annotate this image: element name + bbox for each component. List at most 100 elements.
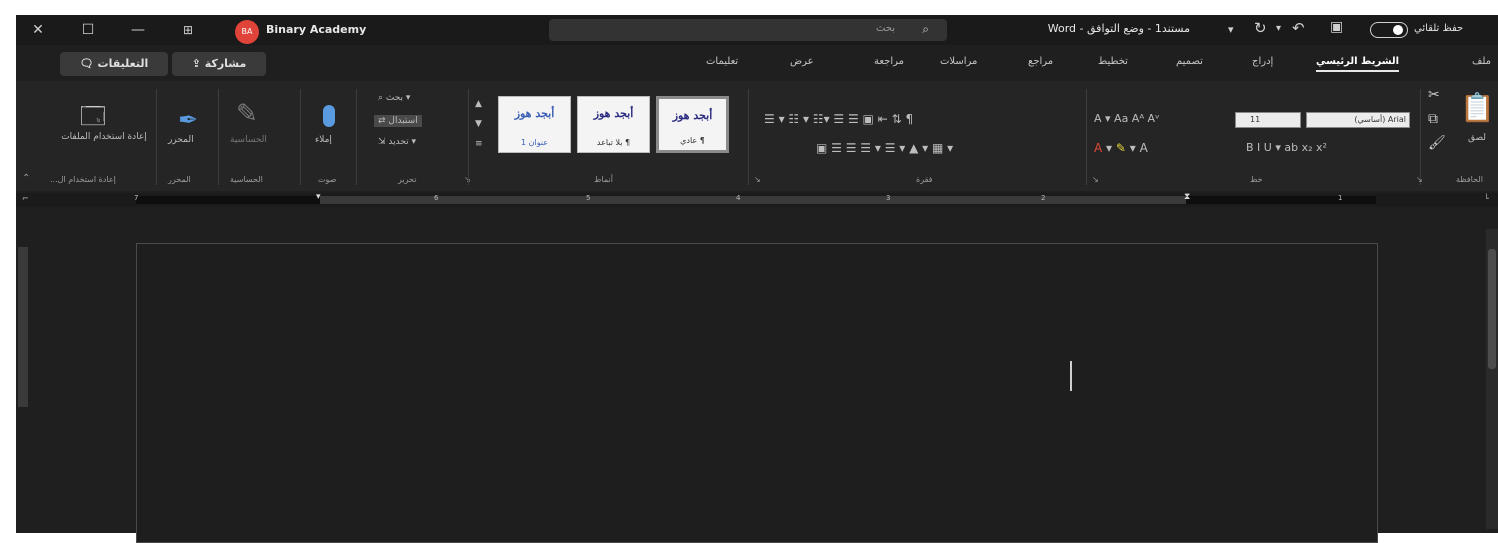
sensitivity-label[interactable]: الحساسية [230,135,267,145]
search-box[interactable]: بحث ⌕ [549,19,947,41]
scrollbar-thumb[interactable] [1488,249,1496,369]
styles-dialog-icon[interactable]: ↘ [754,175,761,184]
ruler-margin-right [1186,196,1376,204]
ruler-number: 7 [134,194,139,202]
document-page[interactable] [136,243,1378,543]
separator [300,89,301,185]
maximize-icon[interactable]: ☐ [78,20,98,40]
separator [1086,89,1087,185]
separator [748,89,749,185]
comments-button[interactable]: التعليقات 🗨 [60,52,168,76]
replace-button[interactable]: استبدال ⇄ [374,115,422,127]
select-label: تحديد [388,137,409,147]
paste-label[interactable]: لصق [1468,133,1486,143]
ruler-number: 4 [736,194,741,202]
separator [218,89,219,185]
format-painter-icon[interactable]: 🖌 [1428,135,1446,151]
vertical-scrollbar[interactable] [1486,229,1498,529]
undo-dropdown-icon[interactable]: ▾ [1276,23,1281,34]
user-name[interactable]: Binary Academy [266,23,366,36]
font-dialog-icon[interactable]: ↘ [1416,175,1423,184]
dictate-label[interactable]: إملاء [315,135,332,145]
separator [156,89,157,185]
reuse-files-label[interactable]: إعادة استخدام الملفات [56,131,152,143]
group-reuse: إعادة استخدام ال... [50,175,116,184]
autosave-toggle[interactable] [1370,22,1408,38]
ruler[interactable]: 1 2 3 4 5 6 7 ⧗ ▾ ⌐ └ [16,192,1498,207]
collapse-ribbon-icon[interactable]: ⌃ [22,173,30,184]
style-preview: أبجد هوز [514,107,555,120]
find-label: بحث [385,93,404,103]
font-format-icons[interactable]: B I U ▾ ab x₂ x² [1246,141,1327,154]
font-name-dropdown[interactable]: Arial (أساسي) [1306,112,1410,128]
styles-scroll-down-icon[interactable]: ▼ [475,119,482,129]
paragraph-bottom-icons[interactable]: ▾ ▦ ▾ ▲ ▾ ☰ ▾ ☰ ☰ ☰ ▣ [816,141,953,155]
group-paragraph: فقرة [916,175,933,184]
paragraph-dialog-icon[interactable]: ↘ [1092,175,1099,184]
find-button[interactable]: ▾ بحث ⌕ [378,93,410,103]
sensitivity-icon[interactable]: ✎ [236,99,258,129]
dictate-icon[interactable] [323,105,335,127]
group-editing: تحرير [398,175,417,184]
avatar[interactable]: BA [235,20,259,44]
select-button[interactable]: ▾ تحديد ⇲ [378,137,416,147]
tab-insert[interactable]: إدراج [1252,56,1273,67]
paste-icon[interactable]: 📋 [1460,91,1495,124]
style-preview: أبجد هوز [593,107,634,120]
font-color-icon[interactable]: A ▾ ✎ ▾ A [1094,141,1148,155]
document-canvas [16,207,1498,543]
tab-mailings[interactable]: مراسلات [940,56,977,67]
share-button[interactable]: مشاركة ⇪ [172,52,266,76]
customize-qat-icon[interactable]: ▾ [1228,23,1234,36]
font-case-icons[interactable]: A ▾ Aa Aᴬ Aᵛ [1094,112,1160,125]
group-font: خط [1250,175,1263,184]
separator [1420,89,1421,185]
word-window: ✕ ☐ — ⊞ BA Binary Academy بحث ⌕ مستند1 -… [16,15,1498,543]
tab-references[interactable]: مراجع [1028,56,1053,67]
ribbon-tabs: ☺ التعليقات 🗨 مشاركة ⇪ ملف الشريط الرئيس… [16,48,1498,106]
tab-review[interactable]: مراجعة [874,56,904,67]
ribbon-display-icon[interactable]: ⊞ [178,20,198,40]
cut-icon[interactable]: ✂ [1428,87,1440,103]
style-normal[interactable]: أبجد هوز ¶ عادي [656,96,729,153]
style-no-spacing[interactable]: أبجد هوز ¶ بلا تباعد [577,96,650,153]
tab-home[interactable]: الشريط الرئيسي [1316,56,1400,72]
document-title: مستند1 - وضع التوافق - Word [1047,22,1190,35]
style-preview: أبجد هوز [672,109,713,122]
editor-icon[interactable]: ✒ [178,106,198,134]
tab-help[interactable]: تعليمات [706,56,738,67]
tab-design[interactable]: تصميم [1176,56,1203,67]
save-icon[interactable]: ▣ [1330,19,1343,35]
tab-file[interactable]: ملف [1472,56,1491,67]
editor-label[interactable]: المحرر [168,135,194,145]
ruler-number: 6 [434,194,439,202]
group-voice: صوت [318,175,337,184]
close-icon[interactable]: ✕ [28,20,48,40]
vertical-ruler [18,247,28,407]
search-placeholder: بحث [875,23,895,34]
tab-stop-icon[interactable]: └ [1484,194,1489,203]
minimize-icon[interactable]: — [128,20,148,40]
ruler-number: 3 [886,194,891,202]
styles-more-icon[interactable]: ≡ [475,139,483,149]
text-cursor [1070,361,1072,391]
indent-marker-icon[interactable]: ⧗ [1184,192,1190,202]
font-size-dropdown[interactable]: 11 [1235,112,1301,128]
left-indent-marker-icon[interactable]: ▾ [316,192,321,202]
style-name: عنوان 1 [520,138,549,147]
style-name: ¶ عادي [680,136,705,145]
copy-icon[interactable]: ⧉ [1428,111,1438,127]
group-clipboard: الحافظة [1456,175,1483,184]
styles-scroll-up-icon[interactable]: ▲ [475,99,482,109]
paragraph-top-icons[interactable]: ¶ ⇅ ⇤ ▣ ☰ ☰ ▾☷ ▾ ☷ ▾ ☰ [764,112,913,126]
tab-view[interactable]: عرض [790,56,814,67]
undo-icon[interactable]: ↶ [1292,19,1305,37]
redo-icon[interactable]: ↻ [1254,19,1267,37]
group-editor: المحرر [168,175,191,184]
tab-selector-icon[interactable]: ⌐ [22,194,29,203]
style-heading-1[interactable]: أبجد هوز عنوان 1 [498,96,571,153]
style-name: ¶ بلا تباعد [596,138,631,147]
tab-layout[interactable]: تخطيط [1098,56,1128,67]
ruler-number: 2 [1041,194,1046,202]
separator [468,89,469,185]
